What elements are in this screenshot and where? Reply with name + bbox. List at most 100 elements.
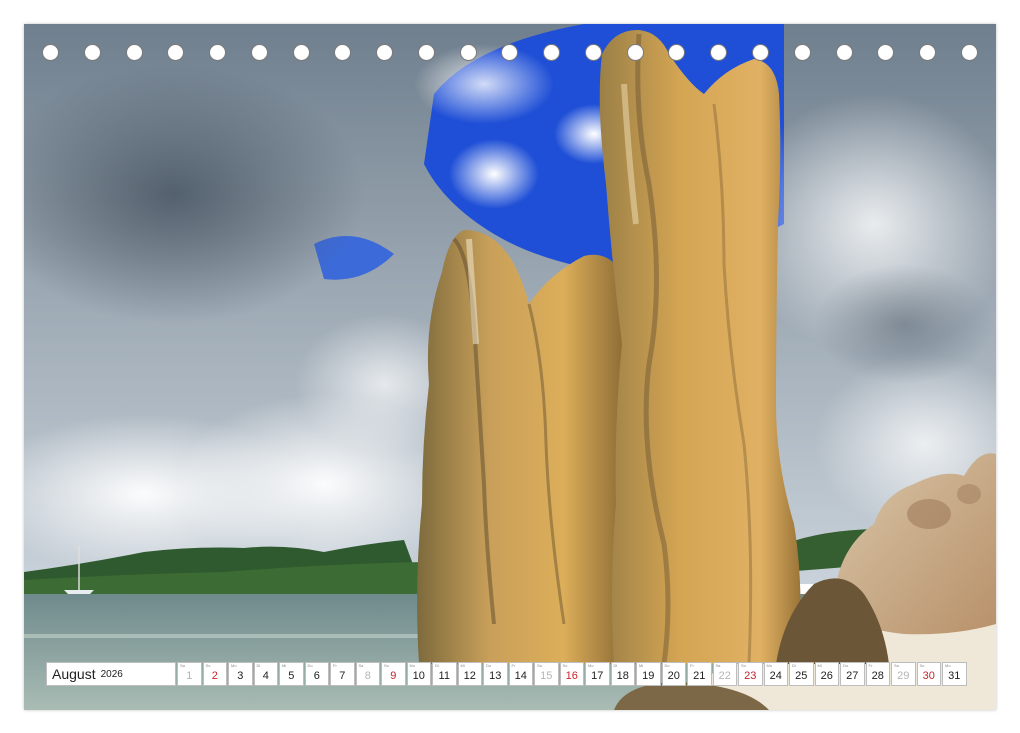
day-cell: Di 11 [432, 662, 457, 686]
day-cell: So 23 [738, 662, 763, 686]
year-label: 2026 [100, 668, 123, 680]
day-number: 12 [463, 670, 476, 682]
weekday-label: Mo [588, 663, 594, 668]
day-number: 11 [438, 670, 450, 682]
weekday-label: Mo [409, 663, 416, 668]
weekday-label: Mo [231, 663, 237, 668]
day-number: 25 [795, 670, 808, 682]
day-number: 17 [591, 670, 604, 682]
day-cell: Sa 29 [891, 662, 916, 686]
binding-hole [710, 44, 728, 61]
day-number: 21 [693, 670, 706, 682]
binding-hole [42, 44, 59, 61]
binding-hole [960, 44, 978, 61]
weekday-label: So [741, 663, 746, 668]
weekday-label: Do [664, 663, 670, 668]
day-cell: Sa 8 [355, 662, 380, 686]
day-number: 16 [565, 670, 578, 682]
day-cell: Fr 7 [330, 662, 355, 686]
weekday-label: So [562, 663, 568, 668]
day-cell: Mi 12 [457, 662, 482, 686]
day-cell: Mo 24 [763, 662, 788, 686]
day-number: 14 [514, 670, 527, 682]
binding-hole [835, 44, 853, 61]
day-cell: Mi 19 [636, 662, 661, 686]
day-number: 19 [642, 670, 655, 682]
weekday-label: Mo [766, 663, 773, 668]
day-cell: Do 13 [483, 662, 508, 686]
day-cell: Mo 17 [585, 662, 610, 686]
month-label: August 2026 [46, 662, 176, 686]
day-number: 22 [718, 670, 731, 682]
day-number: 27 [846, 670, 859, 682]
binding-hole [752, 44, 770, 61]
weekday-label: Sa [358, 663, 364, 668]
weekday-label: Di [256, 663, 261, 668]
day-number: 9 [390, 670, 397, 682]
day-cell: Mo 31 [942, 662, 967, 686]
day-number: 7 [339, 670, 346, 682]
day-number: 26 [820, 670, 833, 682]
day-number: 31 [948, 670, 961, 682]
weekday-label: Mo [945, 663, 951, 668]
binding-hole [334, 44, 352, 61]
binding-hole [919, 44, 937, 61]
day-cell: Mo 3 [228, 662, 253, 686]
day-cell: So 2 [202, 662, 227, 686]
binding-hole [417, 44, 435, 61]
binding-hole [209, 44, 227, 61]
day-number: 28 [871, 670, 884, 682]
day-cell: So 9 [381, 662, 406, 686]
binding-hole [250, 44, 268, 61]
day-number: 29 [897, 670, 910, 682]
weekday-label: Sa [180, 663, 185, 668]
day-cell: So 30 [916, 662, 941, 686]
binding-hole [83, 44, 101, 61]
binding-hole [877, 44, 895, 61]
binding-hole [793, 44, 811, 61]
weekday-label: Do [843, 663, 849, 668]
day-number: 2 [211, 670, 218, 682]
day-cell: So 16 [559, 662, 584, 686]
weekday-label: Fr [690, 663, 694, 668]
day-cell: Mi 26 [814, 662, 839, 686]
weekday-label: Do [486, 663, 492, 668]
binding-hole [167, 44, 185, 61]
weekday-label: Mi [639, 663, 644, 668]
day-number: 20 [667, 670, 680, 682]
weekday-label: Sa [894, 663, 899, 668]
day-cell: Fr 21 [687, 662, 712, 686]
binding-hole [459, 44, 477, 61]
day-number: 5 [288, 670, 295, 682]
day-cell: Mi 5 [279, 662, 304, 686]
weekday-label: Sa [715, 663, 721, 668]
weekday-label: Fr [868, 663, 873, 668]
weekday-label: So [205, 663, 211, 668]
day-number: 1 [186, 670, 193, 682]
day-cell: Fr 14 [508, 662, 533, 686]
binding-holes [42, 44, 978, 64]
day-cell: Do 27 [840, 662, 865, 686]
day-cell: Fr 28 [865, 662, 890, 686]
day-number: 13 [489, 670, 502, 682]
weekday-label: Di [792, 663, 796, 668]
day-cell: Do 20 [661, 662, 686, 686]
day-cell: Sa 22 [712, 662, 737, 686]
calendar-strip: August 2026 Sa 1 So 2 Mo 3 Di 4 Mi 5 Do 6 Fr 7 Sa 8 So 9 M… [46, 662, 973, 686]
binding-hole [292, 44, 310, 61]
binding-hole [501, 44, 519, 61]
day-cell: Di 18 [610, 662, 635, 686]
weekday-label: Mi [817, 663, 822, 668]
day-number: 30 [922, 670, 935, 682]
binding-hole [543, 44, 561, 61]
day-cell: Sa 1 [177, 662, 202, 686]
weekday-label: Fr [511, 663, 516, 668]
weekday-label: Di [613, 663, 618, 668]
day-number: 3 [237, 670, 244, 682]
day-number: 23 [744, 670, 757, 682]
binding-hole [584, 44, 602, 61]
day-cell: Sa 15 [534, 662, 559, 686]
day-cell: Di 25 [789, 662, 814, 686]
weekday-label: So [384, 663, 389, 668]
weekday-label: Fr [333, 663, 337, 668]
